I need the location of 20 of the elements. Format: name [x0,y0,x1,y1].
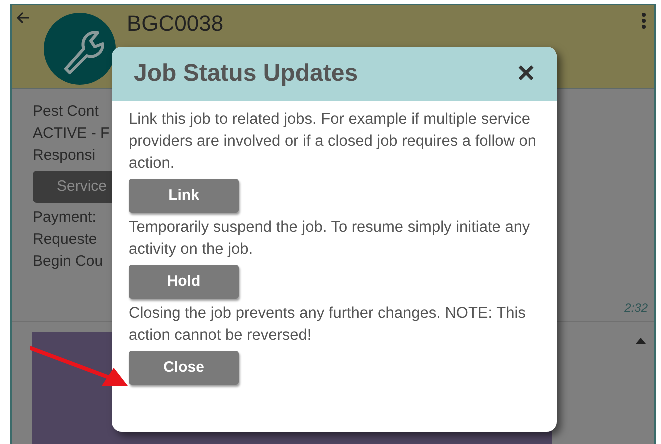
action-button[interactable]: Close [129,351,239,385]
dialog-title: Job Status Updates [134,59,358,89]
detail-text: Pest Cont [33,102,99,122]
job-id: BGC0038 [127,10,224,38]
detail-text: Begin Cou [33,252,104,272]
more-options-icon[interactable] [642,13,646,29]
action-description: Closing the job prevents any further changes. NOTE: This action cannot be reversed! [129,304,527,346]
detail-text: Responsi [33,146,96,166]
detail-text: ACTIVE - F [33,124,110,144]
back-icon[interactable] [16,11,30,25]
close-button[interactable]: × [517,59,535,89]
timestamp: 2:32 [624,300,648,317]
action-description: Temporarily suspend the job. To resume simply initiate any activity on the job. [129,218,532,260]
detail-text: Payment: [33,208,96,228]
collapse-icon[interactable] [636,338,646,344]
action-button[interactable]: Link [129,179,239,213]
wrench-icon [44,13,116,85]
detail-text: Requeste [33,230,98,250]
action-description: Link this job to related jobs. For example if multiple service providers are involved or if a closed job requires a follow on action. [129,110,538,174]
action-button[interactable]: Hold [129,265,239,299]
